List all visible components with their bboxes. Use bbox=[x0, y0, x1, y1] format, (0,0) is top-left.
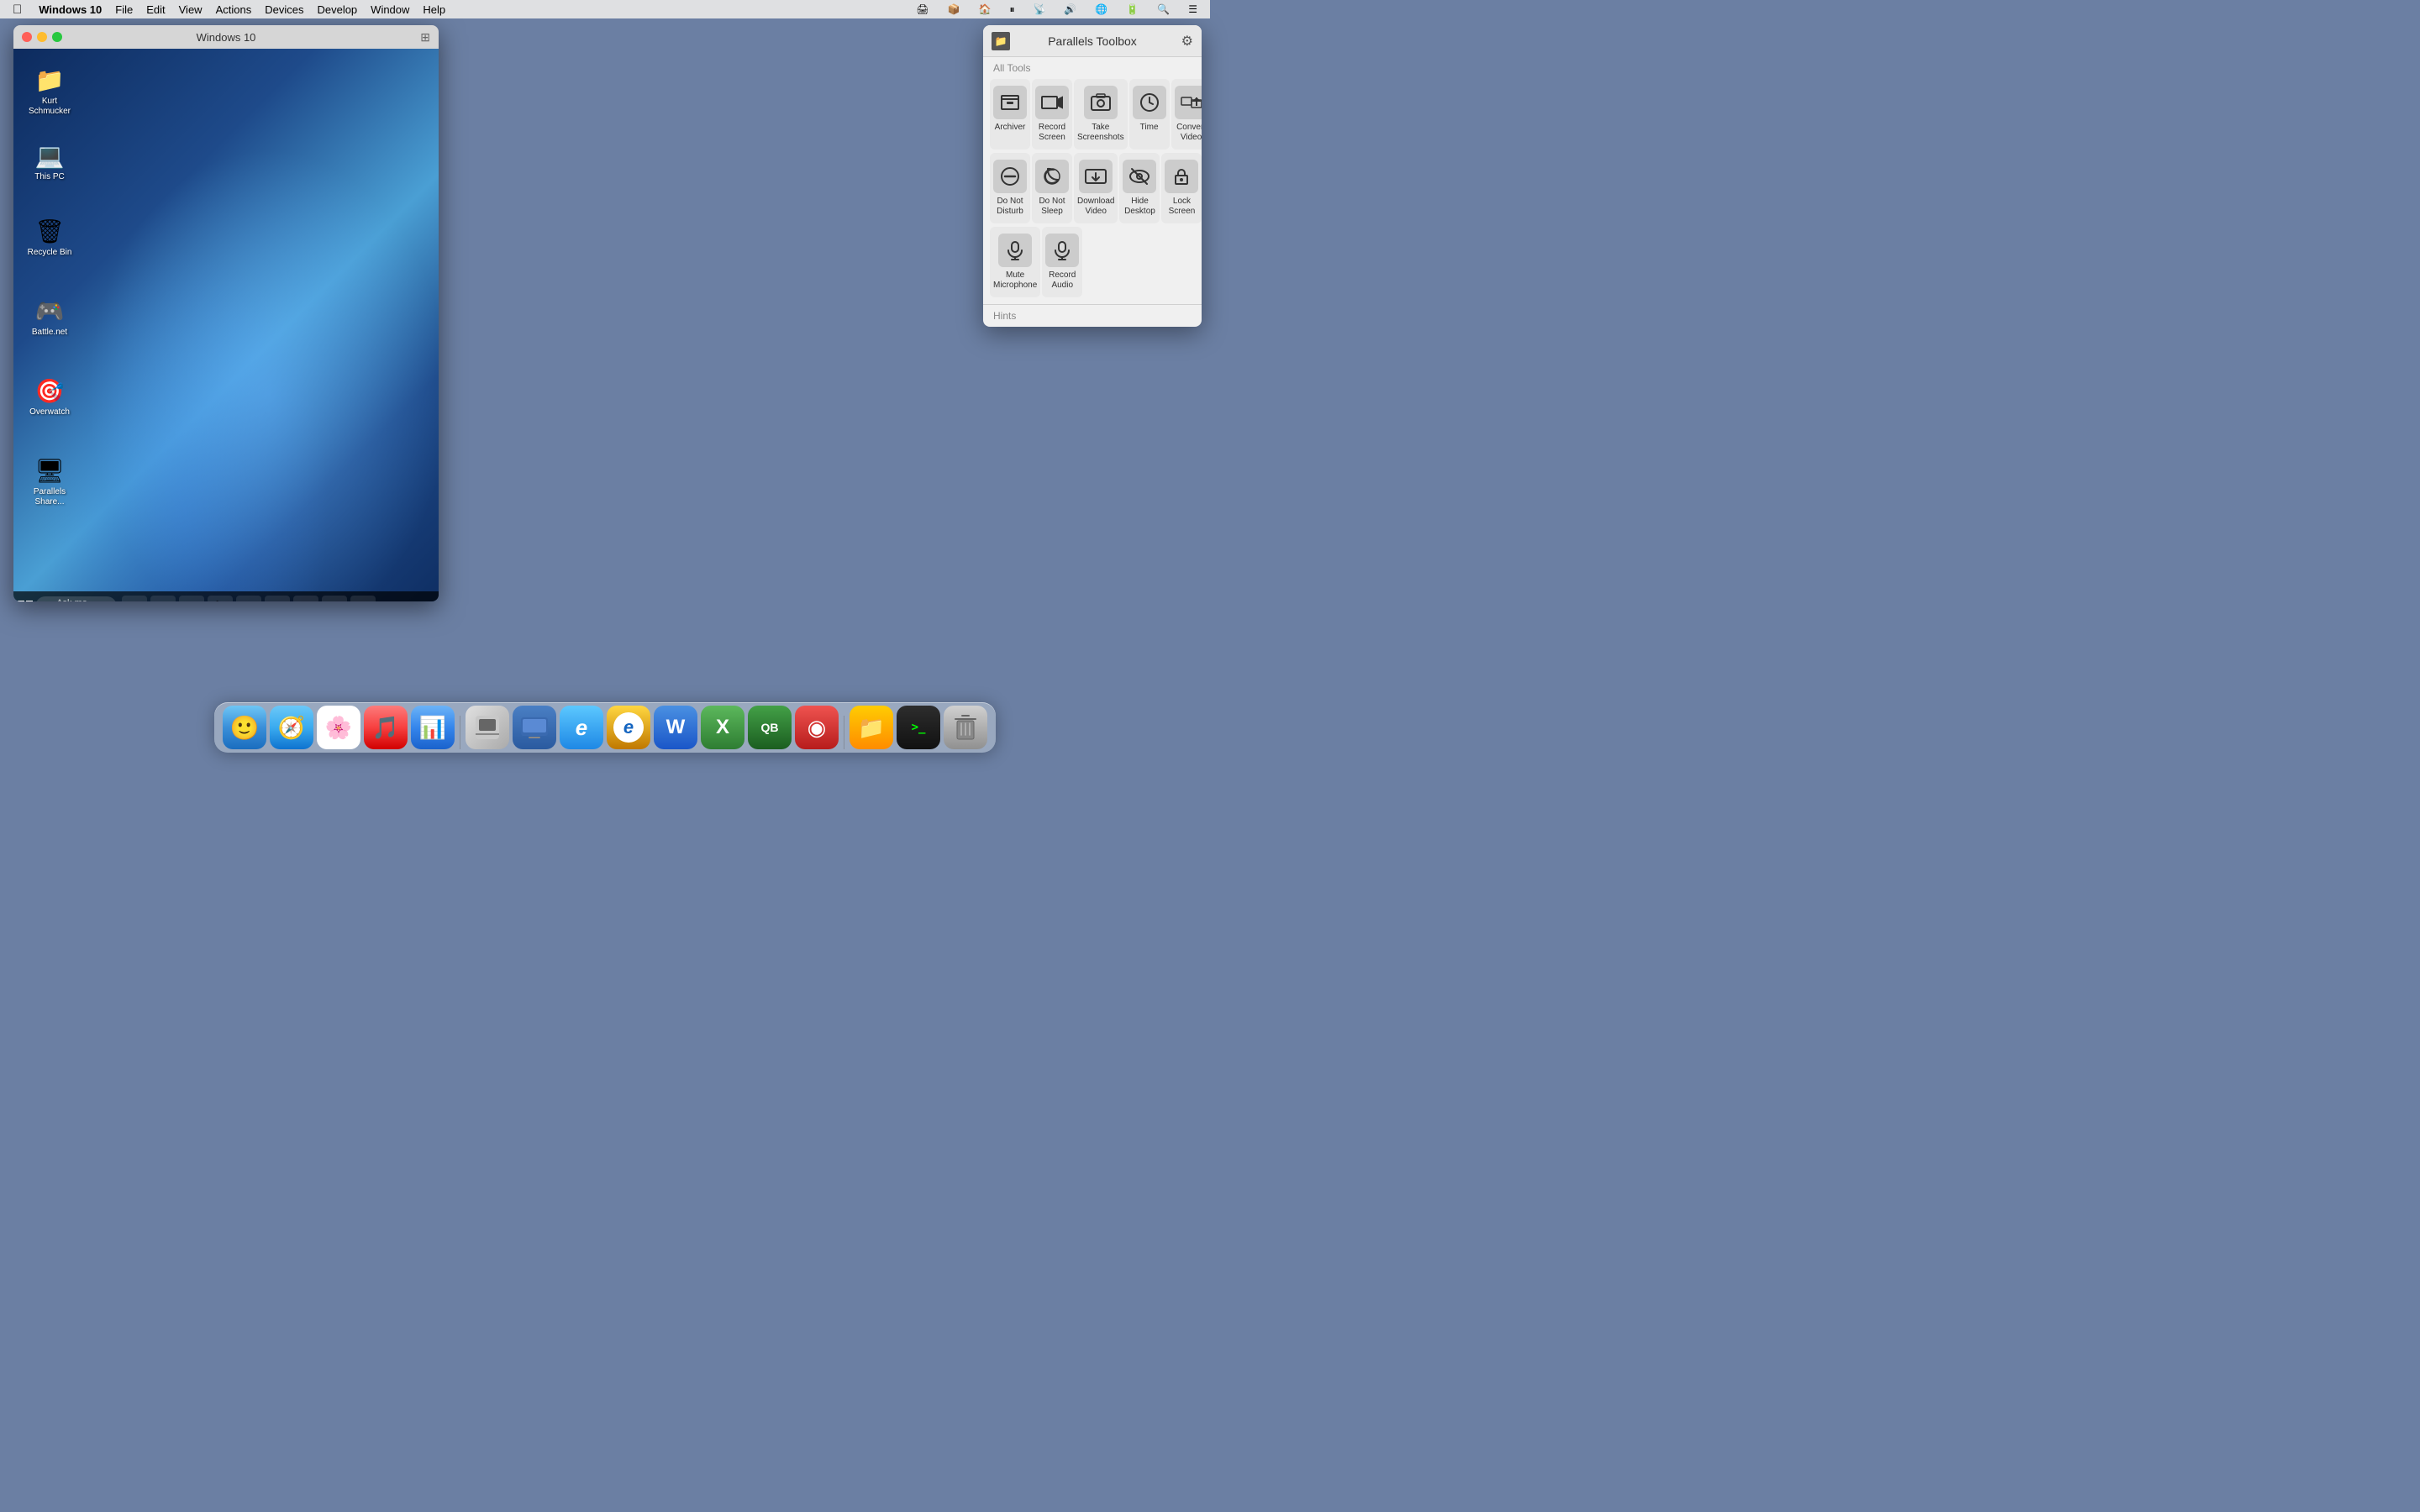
explorer-taskbar-icon[interactable]: 📂 bbox=[179, 596, 204, 601]
win-icon-kurt[interactable]: 📁 KurtSchmucker bbox=[20, 61, 79, 120]
window-menu[interactable]: Window bbox=[365, 3, 415, 17]
dock-terminal[interactable]: >_ bbox=[897, 706, 940, 749]
view-menu[interactable]: View bbox=[173, 3, 208, 17]
toolbox-row-3: Mute Microphone Record Audio bbox=[983, 225, 1202, 304]
actions-menu[interactable]: Actions bbox=[210, 3, 258, 17]
vm-window: Windows 10 ⊞ 📁 KurtSchmucker 💻 This PC 🗑… bbox=[13, 25, 439, 601]
parallels-toolbox-window: 📁 Parallels Toolbox ⚙ All Tools Archiver bbox=[983, 25, 1202, 327]
search-placeholder: Ask me anything bbox=[56, 598, 92, 601]
tool-take-screenshots[interactable]: Take Screenshots bbox=[1074, 79, 1128, 150]
ie-taskbar-icon[interactable]: e bbox=[236, 596, 261, 601]
word-taskbar-icon[interactable]: W bbox=[293, 596, 318, 601]
file-menu[interactable]: File bbox=[109, 3, 139, 17]
traffic-lights bbox=[22, 32, 62, 42]
win-icon-parallels-share[interactable]: 🖥 ParallelsShare... bbox=[20, 452, 79, 511]
dock-ie[interactable]: e bbox=[607, 706, 650, 749]
develop-menu[interactable]: Develop bbox=[311, 3, 363, 17]
win-icon-recyclebin[interactable]: 🗑 Recycle Bin bbox=[20, 213, 79, 261]
excel-taskbar-icon[interactable]: X bbox=[265, 596, 290, 601]
minimize-button[interactable] bbox=[37, 32, 47, 42]
wifi-icon[interactable]: 📡 bbox=[1027, 3, 1051, 16]
tool-time[interactable]: Time bbox=[1129, 79, 1170, 150]
dock-finder[interactable]: 🙂 bbox=[223, 706, 266, 749]
edit-menu[interactable]: Edit bbox=[140, 3, 171, 17]
toolbox-empty-2 bbox=[1122, 227, 1158, 297]
tool-hide-desktop[interactable]: Hide Desktop bbox=[1119, 153, 1160, 223]
pause-icon[interactable]: ⏸ bbox=[1003, 3, 1020, 17]
toolbox-folder-icon: 📁 bbox=[992, 32, 1010, 50]
tool-do-not-sleep[interactable]: Do Not Sleep bbox=[1032, 153, 1072, 223]
win-icon-overwatch[interactable]: 🎯 Overwatch bbox=[20, 372, 79, 421]
dock-parallels-desktop[interactable] bbox=[466, 706, 509, 749]
search-icon[interactable]: 🔍 bbox=[1151, 3, 1176, 16]
apple-menu[interactable]:  bbox=[7, 2, 28, 18]
devices-menu[interactable]: Devices bbox=[259, 3, 309, 17]
all-tools-label: All Tools bbox=[983, 57, 1202, 77]
grid-icon[interactable]: ⊞ bbox=[420, 30, 430, 45]
tool-mute-microphone[interactable]: Mute Microphone bbox=[990, 227, 1040, 297]
dock-keynote[interactable]: 📊 bbox=[411, 706, 455, 749]
dock-red-app[interactable]: ◉ bbox=[795, 706, 839, 749]
lang-icon[interactable]: 🌐 bbox=[1089, 3, 1113, 16]
win-taskbar: ⊙ Ask me anything 🎙 ⧉ e 📂 🛍 e X W P O ∧ bbox=[13, 591, 439, 601]
tool-record-screen[interactable]: Record Screen bbox=[1032, 79, 1072, 150]
app-name-menu[interactable]: Windows 10 bbox=[33, 3, 108, 17]
dropbox-icon[interactable]: 📦 bbox=[942, 3, 966, 16]
toolbox-title: Parallels Toolbox bbox=[1048, 34, 1137, 48]
toolbox-empty-1 bbox=[1084, 227, 1120, 297]
volume-icon[interactable]: 🔊 bbox=[1058, 3, 1082, 16]
dock-word[interactable]: W bbox=[654, 706, 697, 749]
taskview-icon[interactable]: ⧉ bbox=[122, 596, 147, 601]
dock-trash[interactable] bbox=[944, 706, 987, 749]
vm-window-title: Windows 10 bbox=[197, 31, 256, 44]
taskbar-app-icons: ⧉ e 📂 🛍 e X W P O bbox=[122, 596, 376, 601]
win-icon-thispc[interactable]: 💻 This PC bbox=[20, 137, 79, 186]
dock-photos[interactable]: 🌸 bbox=[317, 706, 360, 749]
tool-lock-screen[interactable]: Lock Screen bbox=[1161, 153, 1202, 223]
mac-dock: 🙂 🧭 🌸 🎵 📊 e e W X QB bbox=[214, 702, 996, 753]
toolbox-row-1: Archiver Record Screen Take Screenshots bbox=[983, 77, 1202, 151]
printer-icon[interactable]: 🖨 bbox=[910, 3, 934, 16]
tool-convert-video[interactable]: Convert Video bbox=[1171, 79, 1202, 150]
notification-icon[interactable]: ☰ bbox=[1182, 3, 1203, 16]
toolbox-hints-label: Hints bbox=[983, 304, 1202, 327]
win-icon-battlenet[interactable]: 🎮 Battle.net bbox=[20, 292, 79, 341]
dock-quickbooks[interactable]: QB bbox=[748, 706, 792, 749]
settings-gear-icon[interactable]: ⚙ bbox=[1181, 33, 1193, 50]
battery-icon[interactable]: 🔋 bbox=[1120, 3, 1144, 16]
toolbox-row-2: Do Not Disturb Do Not Sleep Download Vid… bbox=[983, 151, 1202, 225]
win-search-bar[interactable]: ⊙ Ask me anything 🎙 bbox=[35, 596, 117, 601]
dock-excel[interactable]: X bbox=[701, 706, 744, 749]
taskbar-right: ∧ ▭ 📶 🔊 💬 ENG 9:15 AM 7/29/2016 bbox=[377, 597, 439, 601]
win-desktop: 📁 KurtSchmucker 💻 This PC 🗑 Recycle Bin … bbox=[13, 49, 439, 601]
dock-parallels2[interactable] bbox=[513, 706, 556, 749]
tool-archiver[interactable]: Archiver bbox=[990, 79, 1030, 150]
dock-edge[interactable]: e bbox=[560, 706, 603, 749]
menubar-right-icons: 🖨 📦 🏠 ⏸ 📡 🔊 🌐 🔋 🔍 ☰ bbox=[910, 3, 1203, 17]
win-start-button[interactable] bbox=[17, 591, 34, 601]
tool-do-not-disturb[interactable]: Do Not Disturb bbox=[990, 153, 1030, 223]
toolbox-titlebar: 📁 Parallels Toolbox ⚙ bbox=[983, 25, 1202, 57]
vm-content[interactable]: 📁 KurtSchmucker 💻 This PC 🗑 Recycle Bin … bbox=[13, 49, 439, 601]
edge-taskbar-icon[interactable]: e bbox=[150, 596, 176, 601]
close-button[interactable] bbox=[22, 32, 32, 42]
dock-files[interactable]: 📁 bbox=[850, 706, 893, 749]
tool-record-audio[interactable]: Record Audio bbox=[1042, 227, 1082, 297]
vm-titlebar: Windows 10 ⊞ bbox=[13, 25, 439, 49]
ppt-taskbar-icon[interactable]: P bbox=[322, 596, 347, 601]
fullscreen-button[interactable] bbox=[52, 32, 62, 42]
outlook-taskbar-icon[interactable]: O bbox=[350, 596, 376, 601]
dock-safari[interactable]: 🧭 bbox=[270, 706, 313, 749]
toolbox-empty-3 bbox=[1159, 227, 1195, 297]
dock-music[interactable]: 🎵 bbox=[364, 706, 408, 749]
mac-menubar:  Windows 10 File Edit View Actions Devi… bbox=[0, 0, 1210, 18]
tool-download-video[interactable]: Download Video bbox=[1074, 153, 1118, 223]
home-icon[interactable]: 🏠 bbox=[973, 3, 997, 16]
store-taskbar-icon[interactable]: 🛍 bbox=[208, 596, 233, 601]
help-menu[interactable]: Help bbox=[417, 3, 451, 17]
